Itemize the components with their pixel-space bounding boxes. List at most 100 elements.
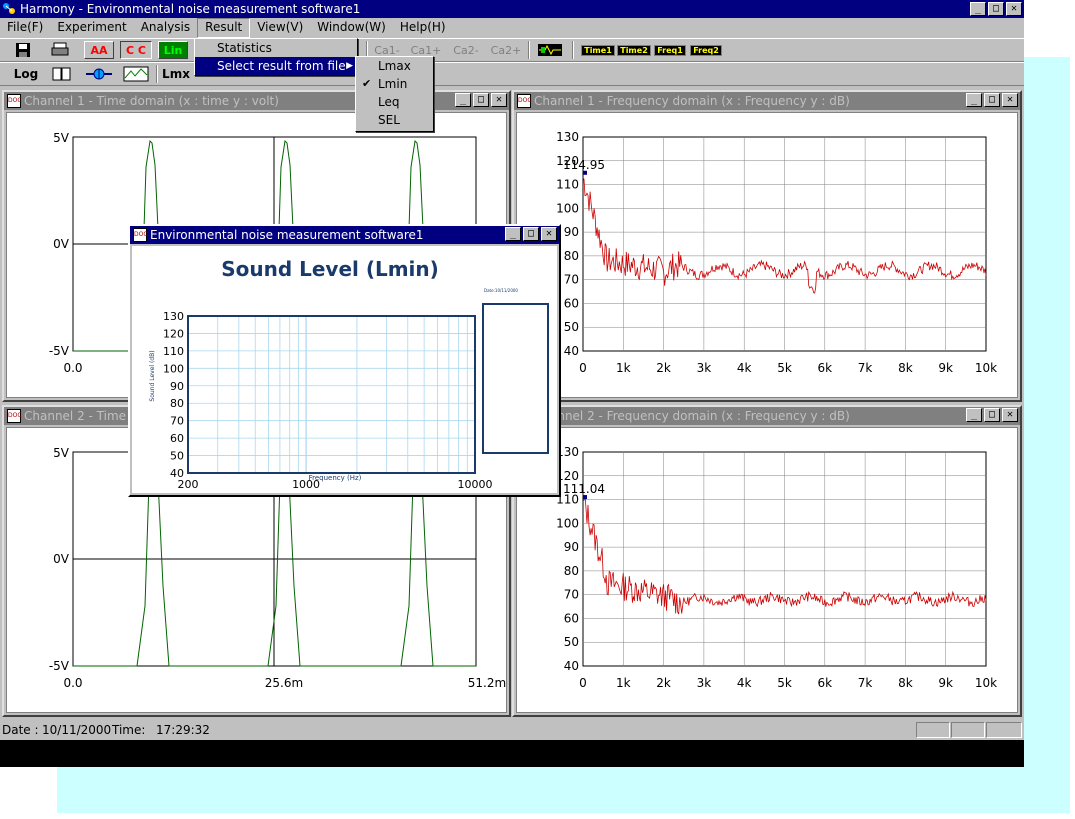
lin-button[interactable]: Lin [158, 41, 188, 59]
cursor-marker-icon[interactable] [84, 65, 114, 83]
status-pane-3 [986, 722, 1022, 738]
y-tick-label: 90 [564, 540, 579, 554]
menu-analysis[interactable]: Analysis [134, 18, 197, 38]
minimize-button[interactable]: _ [455, 93, 471, 107]
maximize-button[interactable]: □ [988, 2, 1004, 16]
y-tick-label: 80 [170, 397, 184, 410]
check-icon: ✔ [362, 77, 372, 90]
close-button[interactable]: ✕ [491, 93, 507, 107]
menu-view[interactable]: View(V) [250, 18, 310, 38]
submenu-item-lmax[interactable]: Lmax [356, 57, 433, 75]
submenu-item-sel[interactable]: SEL [356, 111, 433, 129]
y-label-neg5v: -5V [49, 659, 70, 673]
app-titlebar[interactable]: Harmony - Environmental noise measuremen… [0, 0, 1024, 18]
y-axis-label: Sound Level (dB) [149, 350, 156, 401]
x-tick-label: 8k [898, 676, 913, 690]
menu-help[interactable]: Help(H) [393, 18, 453, 38]
x-tick-label: 10000 [458, 478, 493, 491]
status-time-label: Time: [112, 723, 146, 737]
x-tick-label: 8k [898, 361, 913, 375]
time1-button[interactable]: Time1 [581, 44, 615, 56]
x-tick-label: 2k [656, 676, 671, 690]
book-icon[interactable] [50, 65, 74, 83]
ca2-plus-button[interactable]: Ca2+ [490, 41, 522, 59]
y-tick-label: 50 [564, 320, 579, 334]
x-tick-label: 3k [697, 361, 712, 375]
peak-value-label: 114.95 [563, 158, 605, 172]
submenu-item-leq[interactable]: Leq [356, 93, 433, 111]
cc-button[interactable]: C C [120, 41, 152, 59]
status-time: 17:29:32 [156, 723, 210, 737]
plot-frame [187, 315, 476, 474]
minimize-button[interactable]: _ [966, 408, 982, 422]
ch2-freq-window: DOC Channel 2 - Frequency domain (x : Fr… [512, 405, 1022, 717]
spectrum-icon[interactable] [122, 65, 150, 83]
signal-icon[interactable] [536, 41, 564, 59]
aa-button[interactable]: AA [84, 41, 114, 59]
sound-level-window-title: Environmental noise measurement software… [150, 228, 424, 242]
x-tick-label: 7k [858, 676, 873, 690]
freq2-button[interactable]: Freq2 [690, 44, 722, 56]
y-tick-label: 120 [163, 327, 184, 340]
legend-box [482, 303, 549, 454]
x-tick-label: 4k [737, 361, 752, 375]
menu-result[interactable]: Result [197, 18, 251, 38]
y-label-0v: 0V [53, 552, 70, 566]
menu-bar: File(F) Experiment Analysis Result View(… [0, 18, 1024, 38]
result-menu-dropdown: Statistics Select result from file ▶ [194, 38, 358, 76]
close-button[interactable]: ✕ [541, 227, 557, 241]
status-bar: Date : 10/11/2000 Time: 17:29:32 [0, 720, 1024, 740]
ca2-minus-button[interactable]: Ca2- [450, 41, 482, 59]
y-tick-label: 80 [564, 564, 579, 578]
ch2-freq-title: Channel 2 - Frequency domain (x : Freque… [534, 409, 850, 423]
ch1-freq-plot: 1301201101009080706050400 1k 2k 3k 4k 5k 6k 7k 8… [556, 130, 997, 375]
x-tick-label: 5k [777, 676, 792, 690]
y-tick-label: 90 [170, 380, 184, 393]
close-button[interactable]: ✕ [1006, 2, 1022, 16]
freq1-button[interactable]: Freq1 [654, 44, 686, 56]
status-date: 10/11/2000 [42, 723, 112, 737]
minimize-button[interactable]: _ [966, 93, 982, 107]
maximize-button[interactable]: □ [984, 408, 1000, 422]
app-icon [2, 2, 16, 16]
ch2-freq-plot: 1301201101009080706050400 1k 2k 3k 4k 5k 6k 7k 8… [556, 445, 997, 690]
sound-level-window: DOC Environmental noise measurement soft… [128, 224, 561, 497]
close-button[interactable]: ✕ [1002, 408, 1018, 422]
x-label-start: 0.0 [63, 676, 82, 690]
ch2-freq-titlebar[interactable]: DOC Channel 2 - Frequency domain (x : Fr… [514, 407, 1020, 425]
menu-file[interactable]: File(F) [0, 18, 50, 38]
x-tick-label: 9k [938, 361, 953, 375]
print-icon[interactable] [48, 41, 72, 59]
menu-window[interactable]: Window(W) [310, 18, 393, 38]
lmx-label[interactable]: Lmx [160, 65, 192, 83]
sound-level-client: Sound Level (Lmin) Date:10/11/2000 Sound… [132, 246, 557, 493]
maximize-button[interactable]: □ [523, 227, 539, 241]
y-tick-label: 40 [564, 659, 579, 673]
status-date-label: Date : [2, 723, 39, 737]
x-tick-label: 7k [858, 361, 873, 375]
save-icon[interactable] [12, 41, 34, 59]
time2-button[interactable]: Time2 [617, 44, 651, 56]
y-tick-label: 70 [564, 273, 579, 287]
y-tick-label: 80 [564, 249, 579, 263]
toolbar-main: AA C C Lin Ca1- Ca1+ Ca2- Ca2+ Time1 Tim… [0, 38, 1024, 62]
maximize-button[interactable]: □ [984, 93, 1000, 107]
menu-item-select-result[interactable]: Select result from file ▶ [195, 57, 357, 75]
ch1-freq-titlebar[interactable]: DOC Channel 1 - Frequency domain (x : Fr… [514, 92, 1020, 110]
maximize-button[interactable]: □ [473, 93, 489, 107]
x-tick-label: 2k [656, 361, 671, 375]
x-tick-label: 0 [579, 676, 587, 690]
sound-level-titlebar[interactable]: DOC Environmental noise measurement soft… [130, 226, 559, 244]
submenu-arrow-icon: ▶ [346, 61, 353, 71]
menu-experiment[interactable]: Experiment [50, 18, 133, 38]
y-tick-label: 130 [163, 310, 184, 323]
x-label-end: 51.2m [468, 676, 506, 690]
close-button[interactable]: ✕ [1002, 93, 1018, 107]
menu-item-statistics[interactable]: Statistics [195, 39, 357, 57]
submenu-item-lmin[interactable]: ✔ Lmin [356, 75, 433, 93]
log-button[interactable]: Log [8, 65, 44, 83]
minimize-button[interactable]: _ [970, 2, 986, 16]
select-result-submenu: Lmax ✔ Lmin Leq SEL [355, 56, 434, 132]
y-tick-label: 60 [564, 611, 579, 625]
minimize-button[interactable]: _ [505, 227, 521, 241]
